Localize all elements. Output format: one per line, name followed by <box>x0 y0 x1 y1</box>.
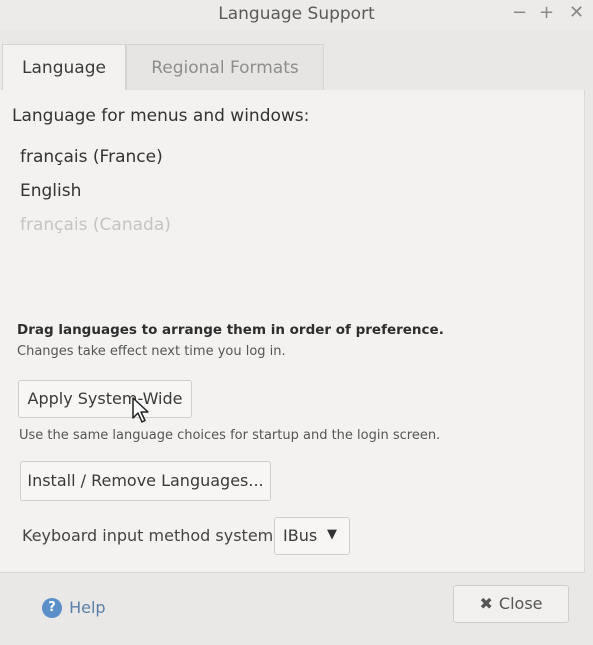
apply-hint: Use the same language choices for startu… <box>19 428 441 443</box>
language-item-francais-france[interactable]: français (France) <box>20 145 171 179</box>
minimize-button[interactable]: − <box>512 2 527 23</box>
maximize-button[interactable]: + <box>539 2 554 23</box>
window-close-button[interactable]: ✕ <box>569 2 584 23</box>
tab-bar: Language Regional Formats <box>0 44 593 92</box>
keyboard-input-select[interactable]: IBus ▼ <box>274 517 350 555</box>
install-remove-languages-button[interactable]: Install / Remove Languages... <box>20 461 271 501</box>
tab-language[interactable]: Language <box>2 44 126 91</box>
close-label: Close <box>498 594 543 613</box>
language-list[interactable]: français (France) English français (Cana… <box>20 145 171 247</box>
window-title: Language Support <box>218 4 375 24</box>
help-icon: ? <box>42 597 62 618</box>
keyboard-input-value: IBus <box>283 526 318 545</box>
drag-hint: Drag languages to arrange them in order … <box>17 322 444 338</box>
mouse-cursor-icon <box>132 397 149 423</box>
dropdown-arrow-icon: ▼ <box>327 527 337 542</box>
language-item-english[interactable]: English <box>20 179 171 213</box>
title-bar[interactable]: Language Support − + ✕ <box>0 0 593 30</box>
help-label: Help <box>69 598 106 617</box>
changes-hint: Changes take effect next time you log in… <box>17 344 286 359</box>
apply-system-wide-button[interactable]: Apply System-Wide <box>18 380 192 418</box>
help-button[interactable]: ? Help <box>42 597 106 619</box>
language-item-francais-canada: français (Canada) <box>20 215 171 235</box>
tab-regional-formats[interactable]: Regional Formats <box>126 44 324 92</box>
close-icon: ✖ <box>479 594 493 613</box>
language-section-label: Language for menus and windows: <box>12 106 310 126</box>
close-button[interactable]: ✖ Close <box>453 585 569 623</box>
keyboard-input-label: Keyboard input method system: <box>22 526 279 545</box>
language-panel: Language for menus and windows: français… <box>0 90 585 573</box>
